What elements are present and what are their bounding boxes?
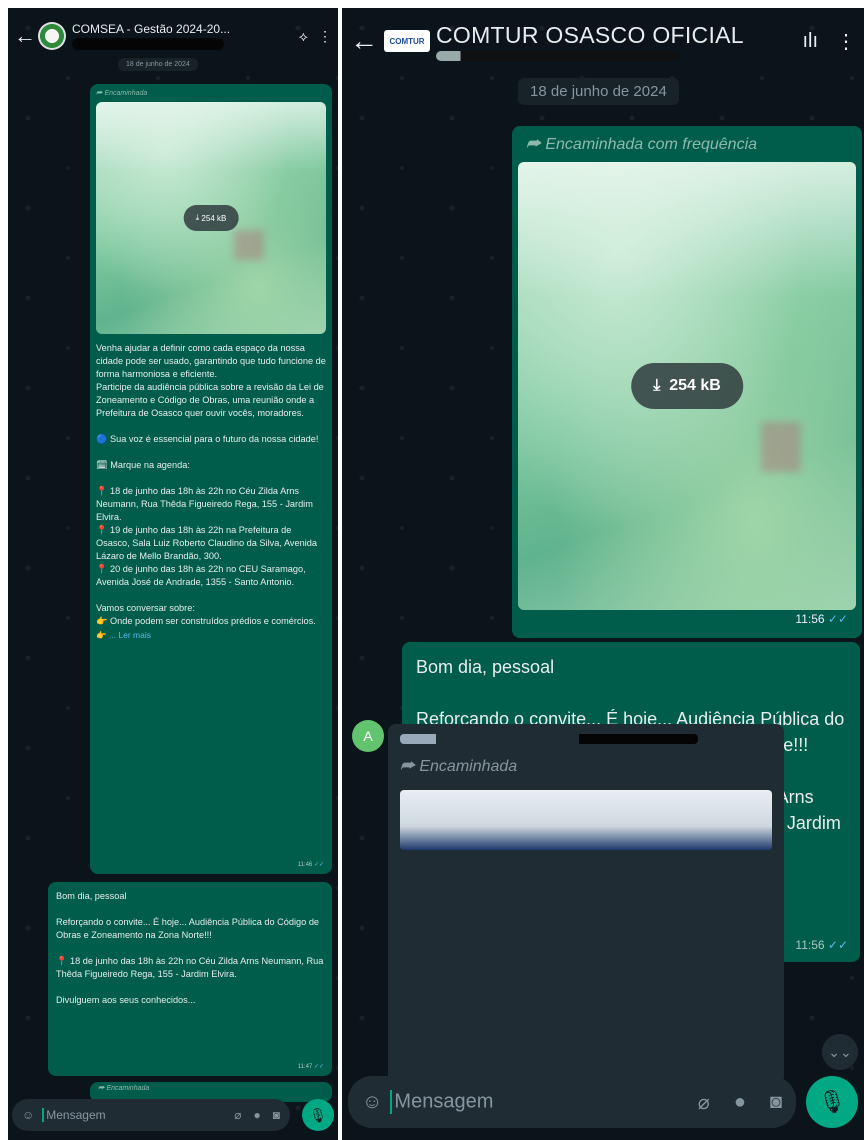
placeholder-text: Mensagem: [46, 1107, 106, 1122]
microphone-button[interactable]: 🎙: [806, 1076, 858, 1128]
sender-name-redacted: [400, 734, 698, 744]
forward-arrow-icon: ⮫: [400, 758, 420, 775]
message-input[interactable]: ☺ Mensagem ⌀ ● ◙: [12, 1099, 290, 1131]
forwarded-text: Encaminhada com frequência: [545, 136, 758, 153]
double-check-icon: ✓✓: [313, 1064, 324, 1070]
microphone-icon: 🎙: [309, 1106, 327, 1123]
message-composer: ☺ Mensagem ⌀ ● ◙ 🎙: [8, 1094, 338, 1140]
message-placeholder[interactable]: Mensagem: [42, 1108, 222, 1123]
chat-title: COMSEA - Gestão 2024-20...: [72, 22, 231, 36]
message-time: 11:47: [297, 1064, 313, 1070]
back-arrow-icon[interactable]: ←: [14, 23, 36, 49]
message-bubble-forwarded[interactable]: ⮫ Encaminhada com frequência ⤓ 254 kB 11…: [512, 126, 862, 638]
chat-title-block[interactable]: COMSEA - Gestão 2024-20...: [72, 22, 289, 50]
emoji-icon[interactable]: ☺: [22, 1108, 34, 1122]
message-input[interactable]: ☺ Mensagem ⌀ ● ◙: [348, 1076, 796, 1128]
image-preview[interactable]: [400, 790, 772, 850]
date-chip: 18 de junho de 2024: [118, 58, 198, 71]
forwarded-label: ⮫ Encaminhada com frequência: [526, 136, 848, 154]
double-check-icon: ✓✓: [313, 862, 324, 868]
message-time: 11:56: [795, 938, 825, 952]
image-blur-detail: [234, 229, 264, 260]
forwarded-text: Encaminhada: [419, 758, 518, 775]
message-text: Bom dia, pessoal Reforçando o convite...…: [56, 891, 324, 1005]
image-blur-detail: [761, 421, 802, 472]
message-meta: 11:56 ✓✓: [795, 612, 848, 626]
message-time: 11:56: [795, 612, 825, 626]
message-time: 11:46: [297, 862, 313, 868]
media-size: 254 kB: [669, 377, 721, 394]
chat-title-block[interactable]: COMTUR OSASCO OFICIAL: [436, 22, 784, 61]
back-arrow-icon[interactable]: ←: [350, 25, 378, 57]
chat-title: COMTUR OSASCO OFICIAL: [436, 21, 744, 48]
chat-panel-comsea: ← COMSEA - Gestão 2024-20... ⟡ ⋮ 18 de j…: [8, 8, 338, 1140]
chat-header: ← COMTUR COMTUR OSASCO OFICIAL ılı ⋮: [342, 8, 864, 74]
group-avatar[interactable]: COMTUR: [384, 30, 430, 52]
message-bubble[interactable]: Bom dia, pessoal Reforçando o convite...…: [48, 882, 332, 1076]
forwarded-text: Encaminhada: [104, 90, 148, 97]
read-more-link[interactable]: 👉 ... Ler mais: [96, 630, 326, 641]
message-meta: 11:46 ✓✓: [298, 861, 324, 868]
download-icon: ⤓: [653, 377, 670, 394]
microphone-button[interactable]: 🎙: [302, 1099, 334, 1131]
message-composer: ☺ Mensagem ⌀ ● ◙ 🎙: [342, 1070, 864, 1140]
forwarded-label: Encaminhada: [106, 1085, 150, 1092]
message-text: Venha ajudar a definir como cada espaço …: [96, 343, 326, 626]
screenshot-root: ← COMSEA - Gestão 2024-20... ⟡ ⋮ 18 de j…: [0, 0, 864, 1140]
incoming-message-bubble[interactable]: ⮫ Encaminhada: [388, 724, 784, 1084]
message-meta: 11:47 ✓✓: [298, 1063, 324, 1070]
forwarded-label: ⮫ Encaminhada: [400, 758, 772, 776]
chat-panel-comtur: ← COMTUR COMTUR OSASCO OFICIAL ılı ⋮ 18 …: [342, 8, 864, 1140]
emoji-icon[interactable]: ☺: [362, 1091, 382, 1114]
chat-subtitle-redacted: [72, 38, 224, 50]
forward-arrow-icon: ⮫: [526, 136, 546, 153]
blurred-image[interactable]: ⤓ 254 kB: [96, 102, 326, 334]
menu-dots-icon[interactable]: ⋮: [318, 28, 332, 45]
voice-chat-icon[interactable]: ⟡: [299, 28, 308, 45]
text-caret: [42, 1108, 45, 1123]
menu-dots-icon[interactable]: ⋮: [836, 29, 856, 54]
chat-subtitle-redacted: [436, 50, 680, 61]
message-placeholder[interactable]: Mensagem: [390, 1090, 673, 1114]
paperclip-icon[interactable]: ⌀: [234, 1108, 241, 1122]
sender-avatar[interactable]: A: [352, 720, 384, 752]
group-avatar[interactable]: [38, 22, 66, 50]
text-caret: [390, 1090, 393, 1114]
date-chip: 18 de junho de 2024: [518, 78, 679, 105]
chevron-double-down-icon[interactable]: ⌄⌄: [822, 1034, 858, 1070]
forwarded-label: ⮫ Encaminhada: [96, 90, 326, 98]
rupee-icon[interactable]: ●: [254, 1108, 261, 1122]
rupee-icon[interactable]: ●: [734, 1091, 746, 1114]
camera-icon[interactable]: ◙: [770, 1091, 782, 1114]
blurred-image[interactable]: ⤓ 254 kB: [518, 162, 856, 610]
message-bubble-forwarded[interactable]: ⮫ Encaminhada ⤓ 254 kB Venha ajudar a de…: [90, 84, 332, 874]
placeholder-text: Mensagem: [394, 1090, 494, 1113]
message-meta: 11:56 ✓✓: [795, 938, 848, 952]
download-button[interactable]: ⤓ 254 kB: [631, 363, 743, 409]
camera-icon[interactable]: ◙: [273, 1108, 280, 1122]
media-size: 254 kB: [201, 213, 227, 223]
chat-header: ← COMSEA - Gestão 2024-20... ⟡ ⋮: [8, 8, 338, 64]
download-button[interactable]: ⤓ 254 kB: [183, 205, 239, 231]
double-check-icon: ✓✓: [827, 938, 848, 952]
paperclip-icon[interactable]: ⌀: [698, 1090, 710, 1115]
microphone-icon: 🎙: [818, 1089, 846, 1114]
voice-chat-icon[interactable]: ılı: [802, 30, 818, 53]
double-check-icon: ✓✓: [827, 612, 848, 626]
